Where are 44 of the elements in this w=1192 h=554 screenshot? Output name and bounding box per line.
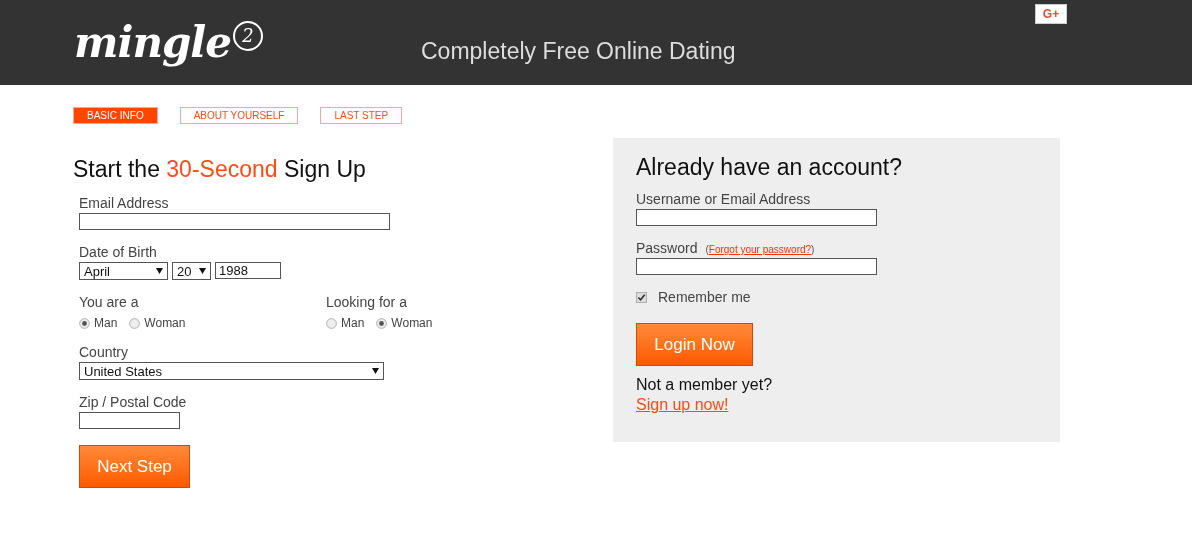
radio-label: Man <box>341 316 365 330</box>
next-step-button[interactable]: Next Step <box>79 445 190 488</box>
login-button[interactable]: Login Now <box>636 323 753 366</box>
caret-icon <box>372 368 379 374</box>
field-label: Zip / Postal Code <box>79 394 188 410</box>
username-field[interactable] <box>636 209 877 226</box>
radio-button[interactable] <box>79 317 90 329</box>
month-select[interactable]: April <box>79 262 168 280</box>
step-tab[interactable]: LAST STEP <box>320 107 403 124</box>
radio-button[interactable] <box>376 317 388 329</box>
radio-button[interactable] <box>326 317 337 329</box>
field-label: Password <box>636 240 698 256</box>
caret-icon <box>156 268 163 274</box>
parenthesis: ( <box>705 244 709 255</box>
country-select[interactable]: United States <box>79 362 384 380</box>
field-label: Username or Email Address <box>636 191 812 207</box>
field-label: You are a <box>79 294 140 310</box>
checkbox[interactable] <box>636 291 647 303</box>
zip-field[interactable] <box>79 412 180 429</box>
login-title: Already have an account? <box>636 154 903 181</box>
not-member-text: Not a member yet? <box>636 376 774 394</box>
radio-label: Man <box>94 316 118 330</box>
day-select[interactable]: 20 <box>172 262 211 280</box>
step-tab[interactable]: ABOUT YOURSELF <box>179 107 299 124</box>
checkbox-label: Remember me <box>658 289 751 305</box>
field-label: Date of Birth <box>79 244 158 260</box>
logo-badge: 2 <box>233 20 263 51</box>
logo-text: mingle <box>74 18 231 67</box>
parenthesis: ) <box>811 244 815 255</box>
password-field[interactable] <box>636 258 877 275</box>
field-label: Country <box>79 344 130 360</box>
signup-title: Start the 30-Second Sign Up <box>73 156 367 183</box>
year-field[interactable]: 1988 <box>215 262 281 279</box>
tagline: Completely Free Online Dating <box>421 38 736 65</box>
signup-link[interactable]: Sign up now! <box>636 396 729 413</box>
field-label: Looking for a <box>326 294 408 310</box>
email-field[interactable] <box>79 213 390 230</box>
google-plus-button[interactable]: G+ <box>1035 4 1067 24</box>
caret-icon <box>199 268 206 274</box>
radio-label: Woman <box>144 316 186 330</box>
field-label: Email Address <box>79 195 170 211</box>
radio-label: Woman <box>391 316 433 330</box>
step-tab[interactable]: BASIC INFO <box>73 107 158 124</box>
radio-button[interactable] <box>129 317 141 329</box>
